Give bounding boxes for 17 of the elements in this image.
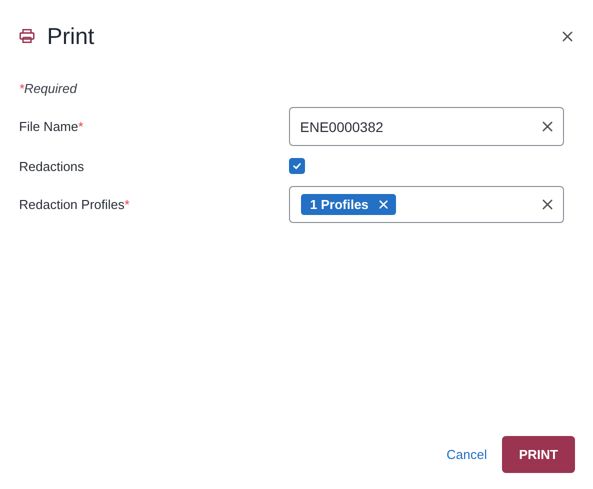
check-icon bbox=[292, 161, 302, 171]
cancel-link[interactable]: Cancel bbox=[446, 447, 487, 462]
printer-icon bbox=[19, 28, 35, 44]
close-icon[interactable] bbox=[562, 30, 573, 42]
profile-tag[interactable]: 1 Profiles bbox=[301, 194, 396, 215]
dialog-title: Print bbox=[47, 22, 96, 50]
file-name-field[interactable]: ENE0000382 bbox=[289, 107, 564, 146]
checkbox[interactable] bbox=[289, 158, 305, 174]
print-button[interactable]: PRINT bbox=[502, 436, 575, 473]
remove-icon[interactable] bbox=[378, 200, 388, 209]
required-note: *Required bbox=[19, 81, 78, 96]
clear-icon[interactable] bbox=[542, 199, 553, 210]
field-label: File Name* bbox=[19, 119, 84, 134]
field-label: Redaction Profiles* bbox=[19, 197, 131, 212]
clear-icon[interactable] bbox=[542, 121, 553, 132]
profiles-field[interactable]: 1 Profiles bbox=[289, 186, 564, 223]
field-label: Redactions bbox=[19, 158, 86, 174]
